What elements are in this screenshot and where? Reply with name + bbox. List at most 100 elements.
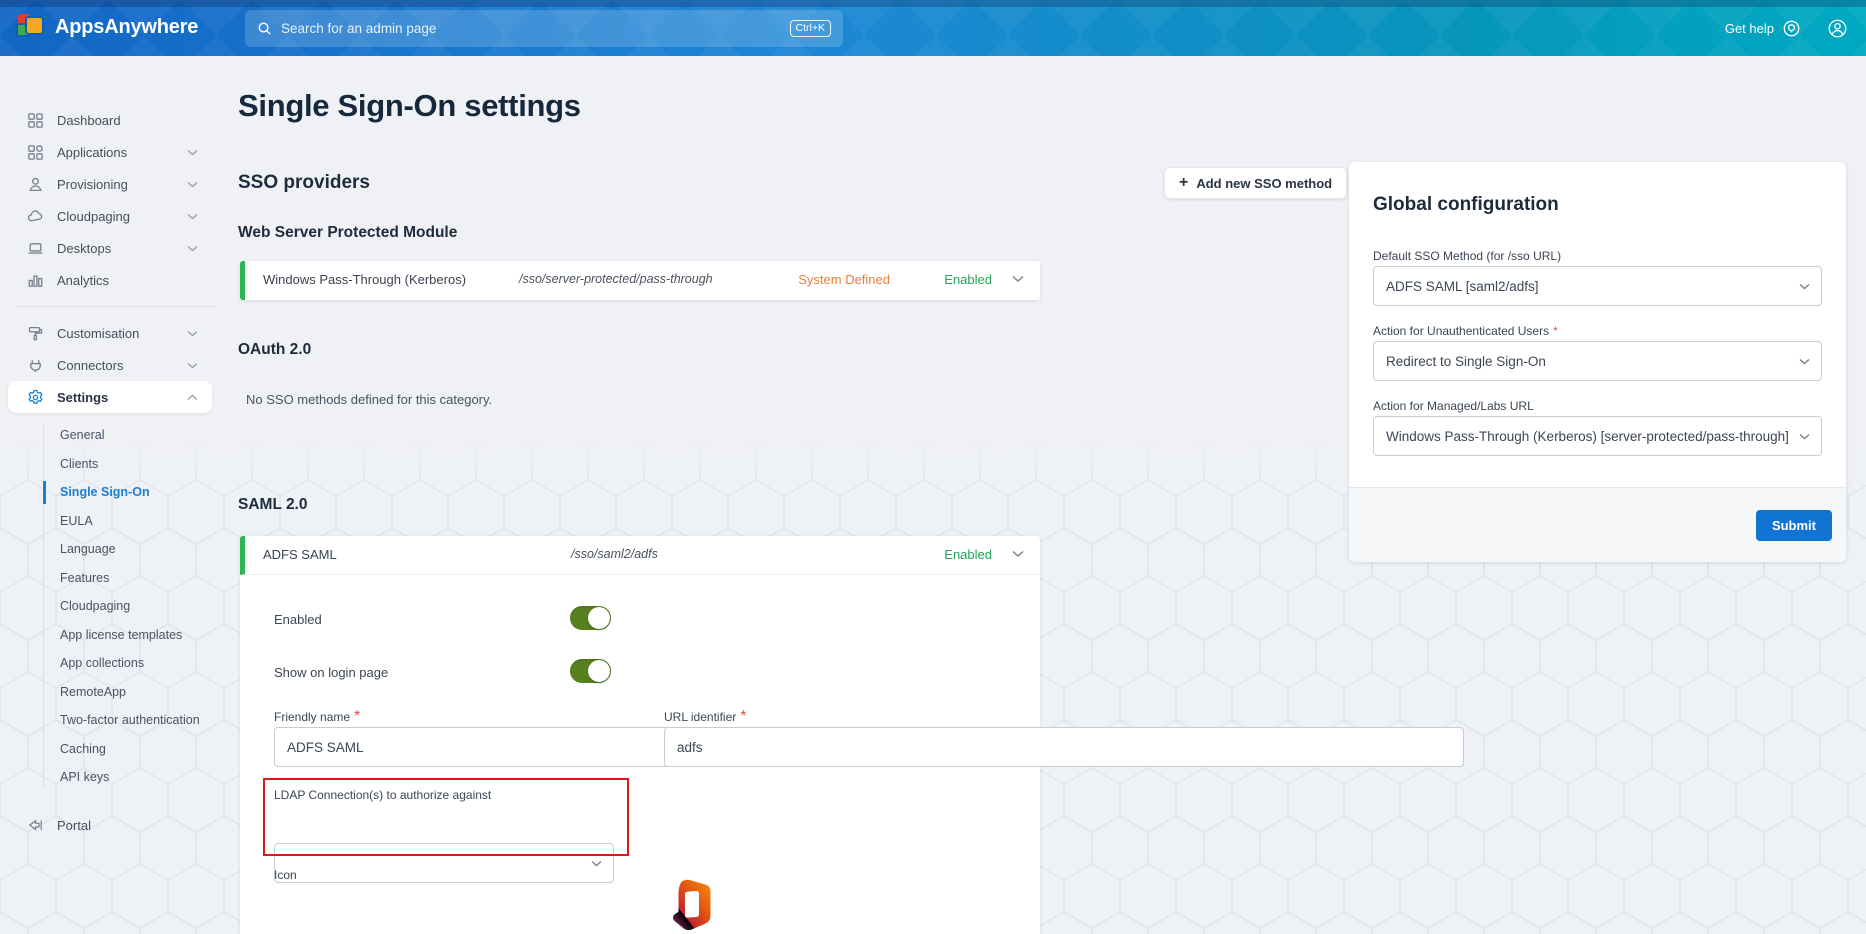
url-identifier-input[interactable] — [664, 727, 1464, 767]
enabled-toggle[interactable] — [570, 606, 611, 630]
managed-labs-url-value: Windows Pass-Through (Kerberos) [server-… — [1386, 429, 1789, 444]
subnav-item-clients[interactable]: Clients — [0, 450, 232, 479]
shortcut-badge: Ctrl+K — [790, 20, 831, 37]
submit-button[interactable]: Submit — [1756, 510, 1832, 541]
subnav-label: App license templates — [60, 628, 182, 642]
chevron-down-icon — [187, 245, 198, 252]
sidebar-item-provisioning[interactable]: Provisioning — [0, 168, 232, 200]
subnav-item-cloudpaging[interactable]: Cloudpaging — [0, 592, 232, 621]
subnav-label: Two-factor authentication — [60, 713, 200, 727]
subnav-item-features[interactable]: Features — [0, 564, 232, 593]
help-icon — [1782, 19, 1801, 38]
unauthenticated-users-select[interactable]: Redirect to Single Sign-On — [1373, 341, 1822, 381]
gear-icon — [27, 389, 44, 406]
sidebar-item-portal[interactable]: Portal — [0, 810, 232, 842]
friendly-name-label: Friendly name — [274, 710, 350, 724]
chevron-down-icon[interactable] — [1012, 275, 1024, 283]
chevron-down-icon — [1799, 433, 1810, 440]
subnav-item-language[interactable]: Language — [0, 535, 232, 564]
bar-chart-icon — [27, 272, 44, 289]
default-sso-method-select[interactable]: ADFS SAML [saml2/adfs] — [1373, 266, 1822, 306]
sso-row-adfs-saml[interactable]: ADFS SAML /sso/saml2/adfs Enabled — [240, 536, 1040, 575]
sso-method-path: /sso/saml2/adfs — [571, 547, 658, 561]
show-on-login-label: Show on login page — [274, 665, 388, 680]
managed-labs-url-label: Action for Managed/Labs URL — [1373, 399, 1534, 413]
sidebar-item-settings[interactable]: Settings — [8, 381, 212, 413]
sidebar-item-label: Cloudpaging — [57, 209, 130, 224]
settings-subnav: General Clients Single Sign-On EULA Lang… — [0, 421, 232, 792]
oauth-empty-message: No SSO methods defined for this category… — [246, 392, 492, 407]
subnav-item-eula[interactable]: EULA — [0, 507, 232, 536]
cloud-icon — [27, 208, 44, 225]
add-sso-method-label: Add new SSO method — [1196, 176, 1332, 191]
sidebar-item-applications[interactable]: Applications — [0, 136, 232, 168]
subnav-label: Clients — [60, 457, 98, 471]
add-sso-method-button[interactable]: + Add new SSO method — [1164, 167, 1347, 199]
subnav-item-app-license-templates[interactable]: App license templates — [0, 621, 232, 650]
sidebar-item-label: Provisioning — [57, 177, 128, 192]
subnav-item-general[interactable]: General — [0, 421, 232, 450]
sidebar-item-desktops[interactable]: Desktops — [0, 232, 232, 264]
section-title: SSO providers — [238, 172, 370, 194]
group-heading-oauth: OAuth 2.0 — [238, 341, 311, 359]
adfs-saml-card: ADFS SAML /sso/saml2/adfs Enabled Enable… — [240, 536, 1040, 934]
sidebar-item-dashboard[interactable]: Dashboard — [0, 104, 232, 136]
sidebar-item-connectors[interactable]: Connectors — [0, 349, 232, 381]
get-help-label: Get help — [1725, 21, 1774, 36]
icon-field-label: Icon — [274, 868, 297, 882]
subnav-label: General — [60, 428, 104, 442]
plus-icon: + — [1179, 175, 1188, 191]
plug-icon — [27, 357, 44, 374]
subnav-label: API keys — [60, 770, 109, 784]
sidebar-item-label: Dashboard — [57, 113, 121, 128]
sidebar-item-analytics[interactable]: Analytics — [0, 264, 232, 296]
laptop-icon — [27, 240, 44, 257]
sidebar-item-cloudpaging[interactable]: Cloudpaging — [0, 200, 232, 232]
sso-method-name: Windows Pass-Through (Kerberos) — [263, 272, 466, 287]
subnav-label: Caching — [60, 742, 106, 756]
subnav-item-caching[interactable]: Caching — [0, 735, 232, 764]
sidebar-item-customisation[interactable]: Customisation — [0, 317, 232, 349]
subnav-label: RemoteApp — [60, 685, 126, 699]
get-help-button[interactable]: Get help — [1725, 19, 1801, 38]
required-marker: * — [740, 708, 746, 725]
subnav-item-two-factor-authentication[interactable]: Two-factor authentication — [0, 706, 232, 735]
subnav-label: App collections — [60, 656, 144, 670]
sso-row-windows-pass-through[interactable]: Windows Pass-Through (Kerberos) /sso/ser… — [240, 261, 1040, 300]
subnav-item-app-collections[interactable]: App collections — [0, 649, 232, 678]
required-marker: * — [1553, 324, 1558, 338]
toggle-knob — [588, 660, 610, 682]
show-on-login-toggle[interactable] — [570, 659, 611, 683]
group-heading-saml: SAML 2.0 — [238, 496, 308, 514]
dashboard-icon — [27, 112, 44, 129]
account-icon[interactable] — [1827, 18, 1848, 39]
chevron-down-icon — [187, 362, 198, 369]
app-root: AppsAnywhere Ctrl+K Get help — [0, 0, 1866, 934]
sidebar-item-label: Applications — [57, 145, 127, 160]
brand-name: AppsAnywhere — [55, 16, 198, 39]
chevron-down-icon — [187, 213, 198, 220]
subnav-item-remoteapp[interactable]: RemoteApp — [0, 678, 232, 707]
required-marker: * — [354, 708, 360, 725]
office-365-icon — [668, 876, 714, 930]
chevron-down-icon[interactable] — [1012, 550, 1024, 558]
subnav-label: Features — [60, 571, 109, 585]
brand-logo[interactable]: AppsAnywhere — [16, 13, 198, 41]
status-badge: Enabled — [944, 547, 992, 562]
status-badge: Enabled — [944, 272, 992, 287]
subnav-item-api-keys[interactable]: API keys — [0, 763, 232, 792]
global-configuration-footer: Submit — [1349, 487, 1846, 562]
search-input[interactable] — [281, 21, 781, 36]
subnav-label: Cloudpaging — [60, 599, 130, 613]
paint-roller-icon — [27, 325, 44, 342]
chevron-down-icon — [187, 149, 198, 156]
global-configuration-panel: Global configuration Default SSO Method … — [1349, 162, 1846, 562]
default-sso-method-value: ADFS SAML [saml2/adfs] — [1386, 279, 1539, 294]
managed-labs-url-select[interactable]: Windows Pass-Through (Kerberos) [server-… — [1373, 416, 1822, 456]
sidebar-item-label: Customisation — [57, 326, 139, 341]
sso-method-name: ADFS SAML — [263, 547, 337, 562]
sidebar-item-label: Connectors — [57, 358, 123, 373]
sso-method-path: /sso/server-protected/pass-through — [519, 272, 713, 286]
subnav-item-single-sign-on[interactable]: Single Sign-On — [0, 478, 232, 507]
admin-search-box[interactable]: Ctrl+K — [245, 10, 843, 47]
